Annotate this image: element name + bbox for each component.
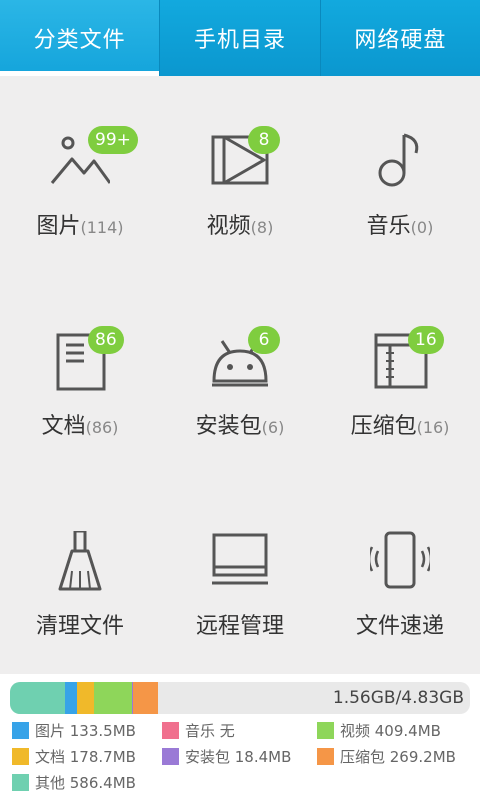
legend-item: 压缩包 269.2MB [317, 746, 456, 767]
category-images[interactable]: 99+ 图片(114) [0, 76, 160, 276]
category-count: (86) [85, 418, 119, 437]
legend-item: 图片 133.5MB [12, 720, 136, 741]
phone-vibrate-icon [370, 531, 430, 589]
category-label: 清理文件 [35, 614, 124, 639]
category-label: 安装包 [195, 414, 262, 439]
legend-swatch [12, 722, 29, 739]
storage-segment [93, 682, 132, 714]
storage-segment [64, 682, 77, 714]
category-archives[interactable]: 16 压缩包(16) [320, 276, 480, 476]
badge: 8 [248, 126, 280, 154]
category-count: (114) [80, 218, 124, 237]
category-label: 文档 [41, 414, 86, 439]
category-label: 音乐 [366, 214, 411, 239]
legend-item: 文档 178.7MB [12, 746, 136, 767]
category-count: (0) [410, 218, 434, 237]
storage-segment [76, 682, 94, 714]
legend-label: 安装包 18.4MB [185, 748, 292, 766]
badge: 6 [248, 326, 280, 354]
badge: 99+ [88, 126, 138, 154]
legend-label: 其他 586.4MB [35, 774, 136, 792]
category-count: (16) [416, 418, 450, 437]
badge: 16 [408, 326, 444, 354]
file-express[interactable]: 文件速递 [320, 476, 480, 676]
monitor-icon [212, 533, 268, 585]
legend-label: 音乐 无 [185, 722, 235, 740]
legend-item: 音乐 无 [162, 720, 235, 741]
tab-bar: 分类文件 手机目录 网络硬盘 [0, 0, 480, 76]
category-label: 远程管理 [195, 614, 284, 639]
legend-label: 图片 133.5MB [35, 722, 136, 740]
legend-label: 文档 178.7MB [35, 748, 136, 766]
category-label: 图片 [36, 214, 81, 239]
legend-swatch [12, 774, 29, 791]
storage-segment [133, 682, 159, 714]
category-grid: 99+ 图片(114) 8 视频(8) 音乐(0) 86 文档(86) 6 安装… [0, 76, 480, 674]
tab-network-drive[interactable]: 网络硬盘 [319, 0, 480, 76]
legend-item: 安装包 18.4MB [162, 746, 291, 767]
category-apk[interactable]: 6 安装包(6) [160, 276, 320, 476]
storage-usage-text: 1.56GB/4.83GB [332, 688, 464, 708]
remote-management[interactable]: 远程管理 [160, 476, 320, 676]
category-music[interactable]: 音乐(0) [320, 76, 480, 276]
music-note-icon [378, 133, 419, 187]
legend-label: 压缩包 269.2MB [340, 748, 456, 766]
legend-swatch [317, 748, 334, 765]
category-label: 文件速递 [355, 614, 444, 639]
category-count: (6) [261, 418, 285, 437]
legend-item: 其他 586.4MB [12, 772, 136, 793]
storage-panel: 1.56GB/4.83GB 图片 133.5MB 音乐 无 视频 409.4MB… [0, 674, 480, 800]
tab-phone-directory[interactable]: 手机目录 [159, 0, 319, 76]
broom-icon [58, 531, 102, 591]
legend-swatch [162, 748, 179, 765]
storage-segment [10, 682, 65, 714]
clean-files[interactable]: 清理文件 [0, 476, 160, 676]
category-videos[interactable]: 8 视频(8) [160, 76, 320, 276]
legend-swatch [162, 722, 179, 739]
legend-label: 视频 409.4MB [340, 722, 441, 740]
legend-item: 视频 409.4MB [317, 720, 441, 741]
legend-swatch [12, 748, 29, 765]
legend-swatch [317, 722, 334, 739]
tab-category-files[interactable]: 分类文件 [0, 0, 160, 76]
category-label: 视频 [206, 214, 251, 239]
category-label: 压缩包 [350, 414, 417, 439]
category-documents[interactable]: 86 文档(86) [0, 276, 160, 476]
badge: 86 [88, 326, 124, 354]
category-count: (8) [250, 218, 274, 237]
